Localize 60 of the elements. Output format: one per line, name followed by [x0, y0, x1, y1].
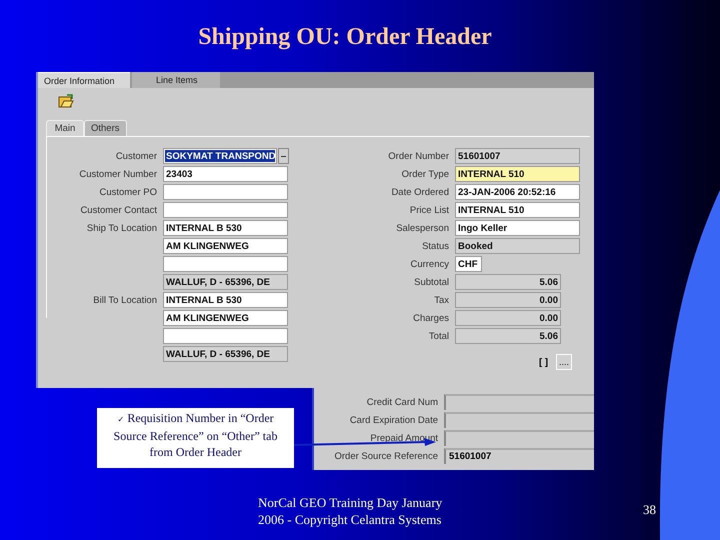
list-of-values-button[interactable]: [278, 148, 289, 164]
field-label: Card Expiration Date: [348, 414, 438, 426]
field-label: Price List: [408, 204, 449, 216]
field-label: Status: [421, 240, 449, 252]
input-field[interactable]: [444, 394, 594, 410]
input-field[interactable]: INTERNAL B 530: [163, 292, 288, 308]
input-field[interactable]: Ingo Keller: [455, 220, 580, 236]
field-label: Credit Card Num: [366, 396, 438, 408]
callout-note: ✓ Requisition Number in “Order Source Reference” on “Other” tab from Order Header: [97, 408, 294, 468]
open-folder-icon[interactable]: [58, 93, 74, 109]
input-field[interactable]: CHF: [455, 256, 482, 272]
tab[interactable]: Line Items: [132, 72, 220, 88]
field-label: Subtotal: [413, 276, 449, 288]
input-field[interactable]: [444, 430, 594, 446]
tab[interactable]: Main: [46, 120, 84, 136]
field-label: Ship To Location: [86, 222, 157, 234]
field-label: Charges: [412, 312, 449, 324]
page-number: 38: [643, 502, 656, 518]
input-field[interactable]: 23-JAN-2006 20:52:16: [455, 184, 580, 200]
field-label: Currency: [409, 258, 449, 270]
field-label: Customer PO: [98, 186, 157, 198]
input-field[interactable]: 0.00: [455, 292, 561, 308]
input-field[interactable]: [163, 328, 288, 344]
field-label: Customer: [114, 150, 157, 162]
field-label: Customer Number: [78, 168, 157, 180]
field-label: Bill To Location: [92, 294, 157, 306]
footer-text: 2006 - Copyright Celantra Systems: [258, 511, 442, 528]
input-field[interactable]: [444, 412, 594, 428]
tab[interactable]: Others: [84, 120, 127, 136]
input-field[interactable]: 23403: [163, 166, 288, 182]
flag-text: [ ]: [539, 356, 548, 368]
input-field[interactable]: 5.06: [455, 328, 561, 344]
input-field[interactable]: 5.06: [455, 274, 561, 290]
field-label: Order Number: [387, 150, 449, 162]
input-field[interactable]: [163, 202, 288, 218]
input-field[interactable]: 51601007: [444, 448, 594, 464]
field-label: Order Source Reference: [334, 450, 438, 462]
input-field[interactable]: INTERNAL B 530: [163, 220, 288, 236]
input-field[interactable]: WALLUF, D - 65396, DE: [163, 274, 288, 290]
field-label: Salesperson: [395, 222, 449, 234]
more-button[interactable]: ....: [556, 354, 572, 370]
tab[interactable]: Order Information: [38, 72, 130, 88]
input-field[interactable]: INTERNAL 510: [455, 202, 580, 218]
field-label: Order Type: [400, 168, 449, 180]
input-field[interactable]: WALLUF, D - 65396, DE: [163, 346, 288, 362]
field-label: Tax: [433, 294, 449, 306]
input-field[interactable]: [163, 184, 288, 200]
field-label: Total: [428, 330, 449, 342]
input-field[interactable]: 0.00: [455, 310, 561, 326]
field-label: Date Ordered: [390, 186, 449, 198]
input-field[interactable]: [163, 256, 288, 272]
input-field[interactable]: SOKYMAT TRANSPOND: [163, 148, 277, 164]
input-field[interactable]: AM KLINGENWEG: [163, 238, 288, 254]
input-field[interactable]: 51601007: [455, 148, 580, 164]
input-field[interactable]: AM KLINGENWEG: [163, 310, 288, 326]
field-label: Customer Contact: [79, 204, 157, 216]
input-field[interactable]: INTERNAL 510: [455, 166, 580, 182]
slide-title: Shipping OU: Order Header: [197, 23, 493, 52]
input-field[interactable]: Booked: [455, 238, 580, 254]
footer-text: NorCal GEO Training Day January: [258, 494, 444, 511]
